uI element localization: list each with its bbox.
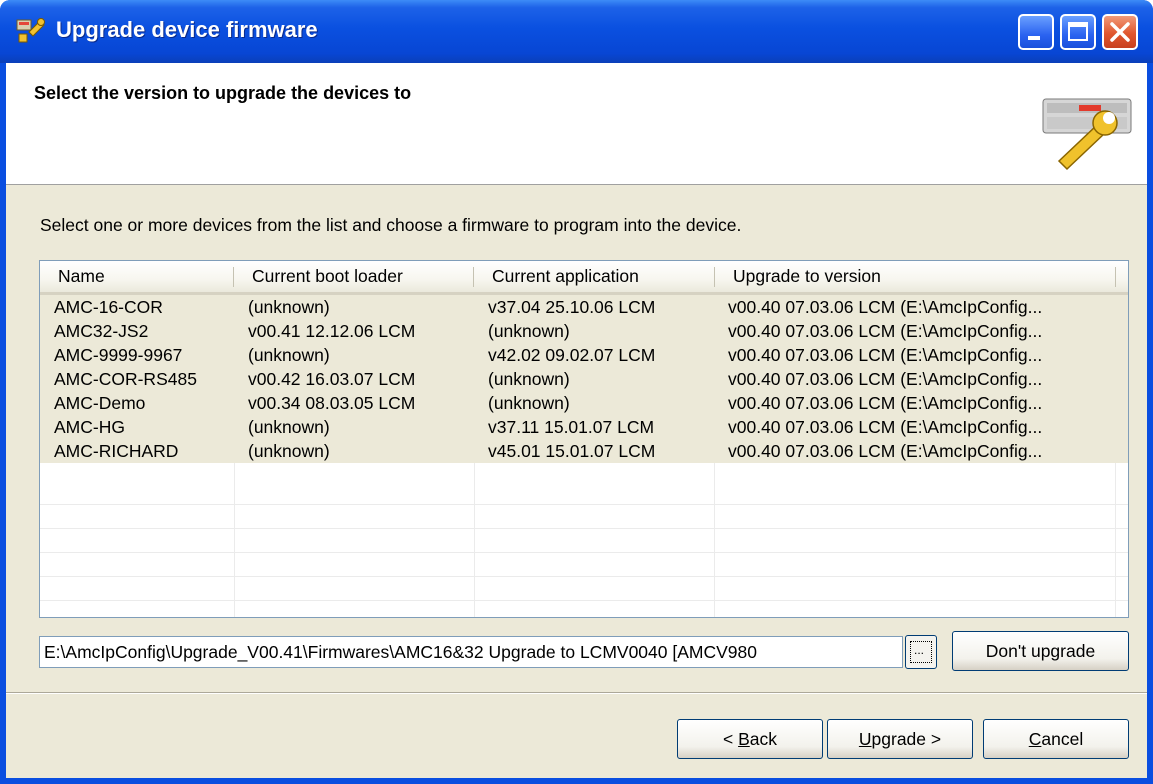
table-row[interactable]: AMC-HG (unknown) v37.11 15.01.07 LCM v00… [40, 415, 1128, 439]
cell-application: v37.04 25.10.06 LCM [488, 297, 656, 317]
cell-upgrade-version: v00.40 07.03.06 LCM (E:\AmcIpConfig... [728, 369, 1043, 389]
cell-application: v42.02 09.02.07 LCM [488, 345, 656, 365]
cell-boot-loader: (unknown) [248, 417, 330, 437]
cell-upgrade-version: v00.40 07.03.06 LCM (E:\AmcIpConfig... [728, 393, 1043, 413]
upgrade-rest: pgrade > [871, 729, 942, 749]
grid-line [40, 528, 1128, 529]
device-wrench-icon [1039, 85, 1135, 171]
column-divider[interactable] [1115, 267, 1116, 287]
back-rest: ack [749, 729, 777, 749]
list-body: AMC-16-COR (unknown) v37.04 25.10.06 LCM… [40, 295, 1128, 617]
minimize-button[interactable] [1018, 14, 1054, 50]
cell-application: (unknown) [488, 321, 570, 341]
cell-name: AMC-RICHARD [54, 441, 179, 461]
cell-upgrade-version: v00.40 07.03.06 LCM (E:\AmcIpConfig... [728, 441, 1043, 461]
cell-upgrade-version: v00.40 07.03.06 LCM (E:\AmcIpConfig... [728, 297, 1043, 317]
cancel-button[interactable]: Cancel [983, 719, 1129, 759]
cell-name: AMC-Demo [54, 393, 146, 413]
cell-upgrade-version: v00.40 07.03.06 LCM (E:\AmcIpConfig... [728, 417, 1043, 437]
cell-upgrade-version: v00.40 07.03.06 LCM (E:\AmcIpConfig... [728, 321, 1043, 341]
cell-boot-loader: (unknown) [248, 297, 330, 317]
upgrade-firmware-window: Upgrade device firmware Select the versi… [0, 0, 1153, 784]
column-header-upgrade-version[interactable]: Upgrade to version [715, 261, 1115, 292]
table-row[interactable]: AMC-Demo v00.34 08.03.05 LCM (unknown) v… [40, 391, 1128, 415]
close-button[interactable] [1102, 14, 1138, 50]
column-header-name[interactable]: Name [40, 261, 233, 292]
cell-name: AMC-HG [54, 417, 125, 437]
browse-button[interactable]: ... [905, 635, 937, 669]
grid-line [40, 504, 1128, 505]
cell-name: AMC-COR-RS485 [54, 369, 197, 389]
cell-upgrade-version: v00.40 07.03.06 LCM (E:\AmcIpConfig... [728, 345, 1043, 365]
cell-boot-loader: v00.42 16.03.07 LCM [248, 369, 416, 389]
grid-line [40, 552, 1128, 553]
cell-name: AMC-16-COR [54, 297, 163, 317]
cell-application: (unknown) [488, 393, 570, 413]
firmware-path-field[interactable]: E:\AmcIpConfig\Upgrade_V00.41\Firmwares\… [39, 636, 903, 668]
back-prefix: < [722, 729, 739, 749]
table-row[interactable]: AMC-COR-RS485 v00.42 16.03.07 LCM (unkno… [40, 367, 1128, 391]
cell-boot-loader: v00.41 12.12.06 LCM [248, 321, 416, 341]
cell-boot-loader: v00.34 08.03.05 LCM [248, 393, 416, 413]
wizard-header: Select the version to upgrade the device… [6, 63, 1147, 185]
cell-application: v45.01 15.01.07 LCM [488, 441, 656, 461]
firmware-tool-icon [16, 16, 46, 44]
cell-name: AMC-9999-9967 [54, 345, 183, 365]
instruction-text: Select one or more devices from the list… [40, 215, 742, 235]
cancel-mnemonic: C [1028, 729, 1042, 749]
footer-divider [6, 692, 1147, 694]
column-header-boot-loader[interactable]: Current boot loader [234, 261, 473, 292]
maximize-button[interactable] [1060, 14, 1096, 50]
browse-ellipsis: ... [914, 643, 925, 657]
title-bar[interactable]: Upgrade device firmware [0, 0, 1153, 63]
header-title: Select the version to upgrade the device… [34, 83, 412, 103]
cell-application: v37.11 15.01.07 LCM [488, 417, 655, 437]
cell-name: AMC32-JS2 [54, 321, 149, 341]
cell-boot-loader: (unknown) [248, 345, 330, 365]
table-row[interactable]: AMC-RICHARD (unknown) v45.01 15.01.07 LC… [40, 439, 1128, 463]
cell-boot-loader: (unknown) [248, 441, 330, 461]
cancel-rest: ancel [1041, 729, 1084, 749]
back-mnemonic: B [738, 729, 750, 749]
dont-upgrade-button[interactable]: Don't upgrade [952, 631, 1129, 671]
list-header: Name Current boot loader Current applica… [40, 261, 1128, 295]
window-title: Upgrade device firmware [56, 17, 318, 42]
table-row[interactable]: AMC-16-COR (unknown) v37.04 25.10.06 LCM… [40, 295, 1128, 319]
grid-line [40, 600, 1128, 601]
upgrade-button[interactable]: Upgrade > [827, 719, 973, 759]
device-list[interactable]: Name Current boot loader Current applica… [39, 260, 1129, 618]
column-header-application[interactable]: Current application [474, 261, 714, 292]
back-button[interactable]: < Back [677, 719, 823, 759]
cell-application: (unknown) [488, 369, 570, 389]
upgrade-mnemonic: U [858, 729, 872, 749]
grid-line [40, 576, 1128, 577]
wizard-client-area: Select the version to upgrade the device… [6, 63, 1147, 778]
table-row[interactable]: AMC-9999-9967 (unknown) v42.02 09.02.07 … [40, 343, 1128, 367]
table-row[interactable]: AMC32-JS2 v00.41 12.12.06 LCM (unknown) … [40, 319, 1128, 343]
